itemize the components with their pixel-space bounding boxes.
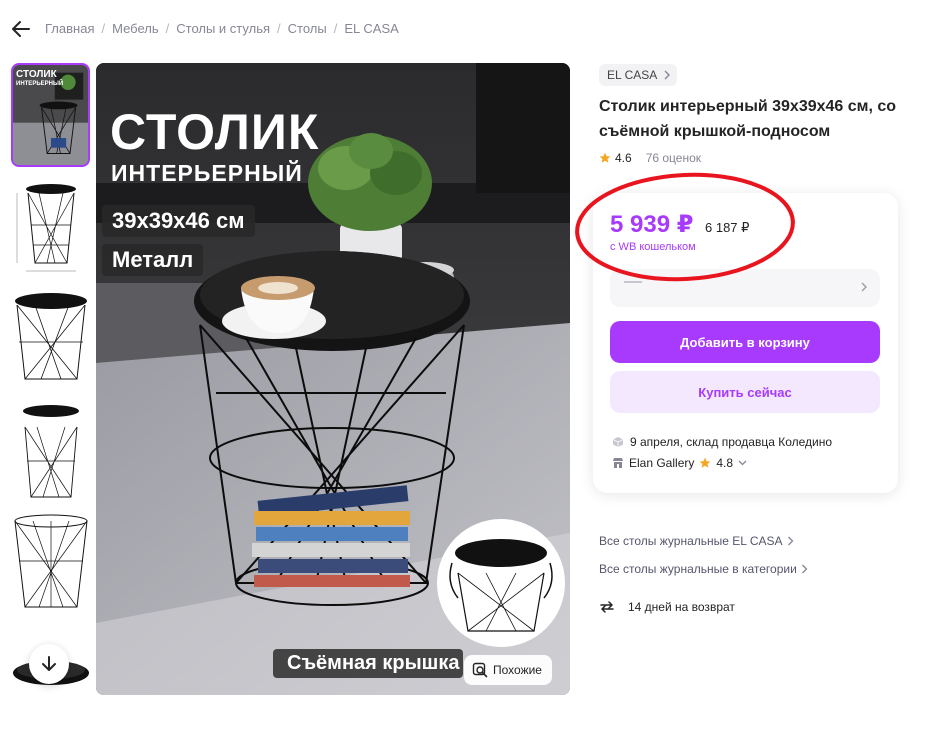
back-arrow-icon[interactable] bbox=[10, 18, 32, 40]
brand-name: EL CASA bbox=[607, 68, 658, 82]
delivery-info: 9 апреля, склад продавца Коледино bbox=[612, 435, 832, 449]
category-tables-link[interactable]: Все столы журнальные в категории bbox=[599, 562, 808, 576]
category-tables-link-label: Все столы журнальные в категории bbox=[599, 562, 797, 576]
chevron-down-icon bbox=[738, 460, 747, 466]
red-annotation-circle bbox=[575, 172, 795, 282]
image-search-icon bbox=[472, 662, 488, 678]
hero-title: СТОЛИК bbox=[110, 104, 320, 160]
breadcrumb-tables-chairs[interactable]: Столы и стулья bbox=[176, 21, 270, 36]
star-icon bbox=[699, 457, 711, 468]
breadcrumb-separator: / bbox=[165, 21, 170, 36]
thumbnail-1[interactable]: СТОЛИК ИНТЕРЬЕРНЫЙ bbox=[11, 63, 90, 167]
chevron-right-icon bbox=[787, 536, 793, 546]
hero-material-label: Металл bbox=[102, 244, 204, 276]
similar-button-label: Похожие bbox=[493, 663, 542, 677]
similar-button[interactable]: Похожие bbox=[464, 655, 552, 685]
main-product-image[interactable]: СТОЛИК ИНТЕРЬЕРНЫЙ 39x39x46 см Металл Съ… bbox=[96, 63, 570, 695]
rating-value: 4.6 bbox=[615, 151, 632, 165]
hero-size-label: 39x39x46 см bbox=[102, 205, 255, 237]
box-icon bbox=[612, 437, 624, 447]
thumbnails-scroll-down-button[interactable] bbox=[29, 644, 69, 684]
product-page: Главная / Мебель / Столы и стулья / Стол… bbox=[0, 0, 937, 745]
buy-now-button[interactable]: Купить сейчас bbox=[610, 371, 880, 413]
shop-icon bbox=[613, 458, 623, 468]
breadcrumb: Главная / Мебель / Столы и стулья / Стол… bbox=[45, 21, 399, 36]
reviews-link[interactable]: 76 оценок bbox=[646, 151, 701, 165]
product-rating: 4.6 76 оценок bbox=[599, 151, 701, 165]
thumbnail-4[interactable] bbox=[11, 399, 90, 503]
thumbnail-title: СТОЛИК bbox=[16, 69, 57, 80]
breadcrumb-separator: / bbox=[333, 21, 338, 36]
breadcrumb-tables[interactable]: Столы bbox=[288, 21, 327, 36]
thumbnail-gallery: СТОЛИК ИНТЕРЬЕРНЫЙ bbox=[11, 63, 90, 695]
thumbnail-3[interactable] bbox=[11, 287, 90, 391]
star-icon bbox=[599, 152, 611, 163]
add-to-cart-button[interactable]: Добавить в корзину bbox=[610, 321, 880, 363]
returns-text: 14 дней на возврат bbox=[628, 600, 735, 614]
thumbnail-5[interactable] bbox=[11, 511, 90, 615]
breadcrumb-furniture[interactable]: Мебель bbox=[112, 21, 159, 36]
delivery-text: 9 апреля, склад продавца Коледино bbox=[630, 435, 833, 449]
arrow-down-icon bbox=[42, 656, 56, 671]
chevron-right-icon bbox=[664, 70, 671, 80]
seller-name: Elan Gallery bbox=[629, 456, 695, 470]
product-title: Столик интерьерный 39x39x46 см, со съёмн… bbox=[599, 94, 937, 144]
return-arrows-icon bbox=[600, 601, 614, 613]
hero-subtitle: ИНТЕРЬЕРНЫЙ bbox=[111, 160, 303, 186]
seller-rating: 4.8 bbox=[716, 456, 734, 470]
brand-tables-link-label: Все столы журнальные EL CASA bbox=[599, 534, 783, 548]
product-title-line2: съёмной крышкой-подносом bbox=[599, 123, 831, 140]
breadcrumb-home[interactable]: Главная bbox=[45, 21, 94, 36]
hero-lid-label: Съёмная крышка bbox=[273, 649, 463, 678]
seller-info[interactable]: Elan Gallery 4.8 bbox=[612, 456, 747, 470]
thumbnail-subtitle: ИНТЕРЬЕРНЫЙ bbox=[16, 81, 64, 87]
breadcrumb-separator: / bbox=[101, 21, 106, 36]
brand-tables-link[interactable]: Все столы журнальные EL CASA bbox=[599, 534, 794, 548]
returns-info: 14 дней на возврат bbox=[599, 599, 735, 615]
breadcrumb-brand[interactable]: EL CASA bbox=[344, 21, 398, 36]
breadcrumb-separator: / bbox=[277, 21, 281, 36]
product-title-line1: Столик интерьерный 39x39x46 см, со bbox=[599, 98, 897, 115]
chevron-right-icon bbox=[861, 282, 867, 292]
thumbnail-2[interactable] bbox=[11, 175, 90, 279]
chevron-right-icon bbox=[801, 564, 808, 574]
brand-chip[interactable]: EL CASA bbox=[599, 64, 678, 86]
